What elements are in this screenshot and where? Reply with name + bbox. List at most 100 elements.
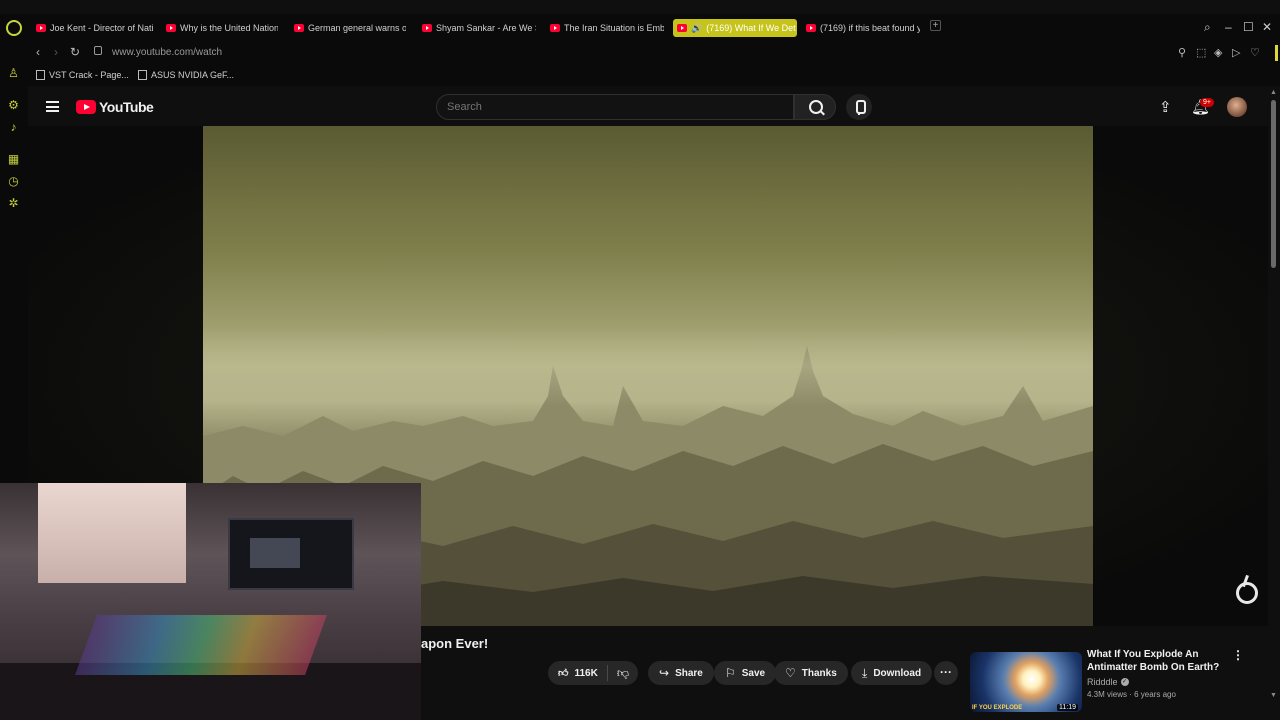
url-field[interactable]: www.youtube.com/watch: [112, 47, 222, 58]
share-button[interactable]: ↪ Share: [648, 661, 714, 685]
avatar[interactable]: [1227, 97, 1247, 117]
tab-label: Shyam Sankar - Are We Sl: [436, 23, 536, 33]
video-title: apon Ever!: [421, 636, 489, 651]
youtube-favicon-icon: [550, 24, 560, 32]
youtube-favicon-icon: [294, 24, 304, 32]
bookmark-label: VST Crack - Page...: [49, 70, 129, 80]
share-label: Share: [675, 667, 703, 679]
youtube-wordmark: YouTube: [99, 99, 154, 115]
pin-icon[interactable]: ⚲: [1178, 46, 1186, 59]
recommendation-item[interactable]: IF YOU EXPLODE 11:19 What If You Explode…: [970, 646, 1260, 712]
tab-label: Joe Kent - Director of Nati: [50, 23, 154, 33]
browser-logo-icon[interactable]: [6, 20, 22, 36]
tab-what-if-active[interactable]: 🔊 (7169) What If We Det: [673, 19, 797, 37]
share-icon: ↪: [659, 666, 670, 680]
minimize-icon[interactable]: –: [1225, 20, 1232, 34]
scroll-up-icon[interactable]: ▲: [1270, 89, 1277, 96]
thumbs-up-icon: 👍︎: [558, 668, 569, 679]
more-actions-button[interactable]: ···: [934, 661, 958, 685]
bookmark-vst-crack[interactable]: VST Crack - Page...: [36, 70, 129, 80]
tab-label: (7169) if this beat found yo: [820, 23, 920, 33]
lock-icon[interactable]: [94, 46, 102, 55]
thanks-icon: ♡: [785, 666, 796, 680]
youtube-favicon-icon: [677, 24, 687, 32]
youtube-play-icon: [76, 100, 96, 114]
screenshot-icon[interactable]: ⬚: [1196, 46, 1206, 59]
monitor-screen: [250, 538, 300, 568]
sidebar-ai-icon[interactable]: ♙: [7, 67, 20, 80]
upload-icon[interactable]: ⇪: [1159, 98, 1172, 116]
new-tab-button[interactable]: +: [930, 20, 941, 31]
tab-search-icon[interactable]: ⌕: [1204, 20, 1211, 34]
thumbnail-caption: IF YOU EXPLODE: [972, 705, 1023, 711]
download-icon: ⤓: [862, 665, 868, 680]
recommendation-title[interactable]: What If You Explode An Antimatter Bomb O…: [1087, 648, 1235, 674]
tab-united-nations[interactable]: Why is the United Nations: [166, 19, 278, 37]
play-extension-icon[interactable]: ▷: [1232, 46, 1240, 59]
webcam-overlay: [0, 483, 421, 720]
tab-label: Why is the United Nations: [180, 23, 278, 33]
scroll-thumb[interactable]: [1271, 100, 1276, 268]
sidebar-history-icon[interactable]: ◷: [7, 175, 20, 188]
tab-shyam-sankar[interactable]: Shyam Sankar - Are We Sl: [422, 19, 536, 37]
thanks-button[interactable]: ♡ Thanks: [774, 661, 848, 685]
dislike-button[interactable]: 👎︎: [608, 661, 638, 685]
tab-german-general[interactable]: German general warns of: [294, 19, 406, 37]
thumbs-down-icon: 👎︎: [616, 665, 630, 680]
sidebar-settings-icon[interactable]: ✲: [7, 197, 20, 210]
tab-beat[interactable]: (7169) if this beat found yo: [806, 19, 920, 37]
forward-icon[interactable]: ›: [54, 45, 58, 59]
youtube-favicon-icon: [422, 24, 432, 32]
recommendation-thumbnail[interactable]: IF YOU EXPLODE 11:19: [970, 652, 1082, 712]
maximize-icon[interactable]: ☐: [1243, 20, 1254, 34]
close-icon[interactable]: ✕: [1262, 20, 1272, 34]
tab-label: (7169) What If We Det: [706, 23, 796, 33]
like-count: 116K: [574, 667, 598, 679]
kebab-menu-icon[interactable]: ⋮: [1232, 648, 1244, 662]
sidebar-workspaces-icon[interactable]: ▦: [7, 153, 20, 166]
youtube-header: YouTube ⇪ 🔔︎ 9+: [28, 86, 1268, 128]
tab-label: The Iran Situation is Emba: [564, 23, 664, 33]
shield-icon[interactable]: ◈: [1214, 46, 1222, 59]
reload-icon[interactable]: ↻: [70, 45, 80, 59]
search-input[interactable]: [437, 95, 793, 119]
scrollbar[interactable]: ▲ ▼: [1268, 86, 1280, 720]
back-icon[interactable]: ‹: [36, 45, 40, 59]
download-label: Download: [873, 667, 922, 679]
verified-icon: ✓: [1120, 678, 1129, 686]
haze-overlay: [203, 326, 1093, 406]
webcam-monitor: [228, 518, 354, 590]
youtube-favicon-icon: [36, 24, 46, 32]
speaker-icon[interactable]: 🔊: [691, 23, 702, 34]
like-button[interactable]: 👍︎ 116K: [548, 661, 607, 685]
save-button[interactable]: ⚐ Save: [714, 661, 777, 685]
page-icon: [36, 70, 45, 80]
recommendation-channel[interactable]: Ridddle ✓: [1087, 677, 1129, 687]
scroll-down-icon[interactable]: ▼: [1270, 692, 1277, 699]
search-box: [436, 94, 794, 120]
bookmark-label: ASUS NVIDIA GeF...: [151, 70, 235, 80]
sidebar-openai-icon[interactable]: ⚙: [7, 99, 20, 112]
notification-badge: 9+: [1200, 98, 1214, 107]
address-bar: ‹ › ↻ www.youtube.com/watch ⚲ ⬚ ◈ ▷ ♡: [28, 42, 1280, 64]
thanks-label: Thanks: [801, 667, 837, 679]
youtube-favicon-icon: [166, 24, 176, 32]
like-dislike-group: 👍︎ 116K 👎︎: [548, 661, 638, 685]
bookmarks-bar: VST Crack - Page... ASUS NVIDIA GeF...: [28, 64, 1280, 86]
page-icon: [138, 70, 147, 80]
extension-accent-bar: [1275, 45, 1278, 61]
heart-icon[interactable]: ♡: [1250, 46, 1260, 59]
duration-badge: 11:19: [1057, 704, 1078, 711]
download-button[interactable]: ⤓ Download: [851, 661, 933, 685]
menu-icon[interactable]: [46, 101, 59, 112]
watermark-logo-icon: [1236, 582, 1258, 604]
sidebar-tiktok-icon[interactable]: ♪: [7, 121, 20, 134]
search-button[interactable]: [794, 94, 836, 120]
tab-joe-kent[interactable]: Joe Kent - Director of Nati: [36, 19, 154, 37]
youtube-logo[interactable]: YouTube: [76, 99, 154, 115]
bookmark-asus-nvidia[interactable]: ASUS NVIDIA GeF...: [138, 70, 234, 80]
tab-iran-situation[interactable]: The Iran Situation is Emba: [550, 19, 664, 37]
recommendation-meta: 4.3M views · 6 years ago: [1087, 690, 1176, 699]
channel-name: Ridddle: [1087, 677, 1118, 687]
voice-search-button[interactable]: [846, 94, 872, 120]
